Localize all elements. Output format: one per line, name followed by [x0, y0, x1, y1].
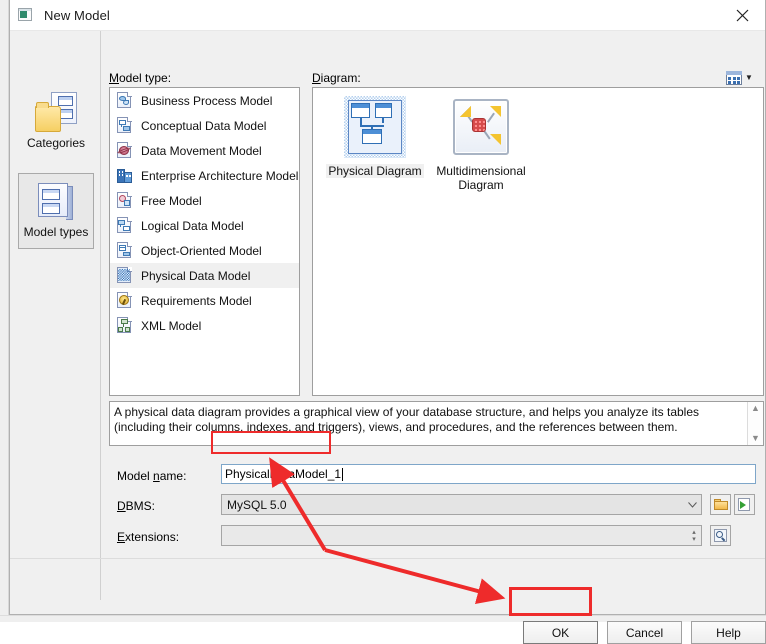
description-text: A physical data diagram provides a graph… [114, 405, 699, 434]
sidebar-item-label: Categories [26, 136, 86, 150]
close-icon[interactable] [720, 0, 765, 30]
model-type-item-data-movement-model[interactable]: Data Movement Model [110, 138, 299, 163]
footer-divider [10, 558, 765, 559]
dialog-sidebar: Categories Model types [10, 31, 101, 600]
dbms-folder-button[interactable] [710, 494, 731, 515]
multidimensional-diagram-icon [450, 96, 512, 158]
model-name-label: Model name: [117, 469, 187, 483]
new-model-icon [18, 7, 35, 23]
dialog-titlebar: New Model [10, 0, 765, 31]
model-name-value: PhysicalDataModel_1 [225, 467, 342, 481]
sidebar-item-model-types[interactable]: Model types [18, 173, 94, 249]
physical-data-model-icon [116, 267, 133, 284]
model-type-item-label: Physical Data Model [141, 268, 251, 283]
model-type-item-physical-data-model[interactable]: Physical Data Model [110, 263, 299, 288]
model-type-list[interactable]: Business Process Model Conceptual Data M… [109, 87, 300, 396]
enterprise-architecture-model-icon [116, 167, 133, 184]
dialog-title: New Model [44, 7, 110, 23]
dbms-new-button[interactable] [734, 494, 755, 515]
conceptual-data-model-icon [116, 117, 133, 134]
dbms-select[interactable]: MySQL 5.0 [221, 494, 702, 515]
model-type-item-object-oriented-model[interactable]: Object-Oriented Model [110, 238, 299, 263]
model-type-item-label: Enterprise Architecture Model [141, 168, 299, 183]
data-movement-model-icon [116, 142, 133, 159]
model-name-input[interactable]: PhysicalDataModel_1 [221, 464, 756, 484]
green-arrow-icon [737, 498, 752, 511]
business-process-model-icon [116, 92, 133, 109]
text-caret [342, 467, 344, 481]
model-type-item-label: Free Model [141, 193, 202, 208]
description-box: A physical data diagram provides a graph… [109, 401, 764, 446]
diagram-item-multidimensional-diagram[interactable]: Multidimensional Diagram [428, 96, 534, 192]
description-scrollbar[interactable]: ▲ ▼ [747, 402, 763, 445]
diagram-label: Diagram: [312, 71, 361, 85]
diagram-item-physical-diagram[interactable]: Physical Diagram [322, 96, 428, 178]
model-type-item-xml-model[interactable]: XML Model [110, 313, 299, 338]
help-button[interactable]: Help [691, 621, 766, 644]
view-mode-dropdown[interactable]: ▼ [726, 69, 764, 87]
dialog-body: Categories Model types Model type: Diagr… [10, 31, 766, 644]
dbms-value: MySQL 5.0 [227, 497, 287, 512]
model-type-item-enterprise-architecture-model[interactable]: Enterprise Architecture Model [110, 163, 299, 188]
model-type-item-label: XML Model [141, 318, 202, 333]
model-type-label: Model type: [109, 71, 172, 85]
model-type-item-requirements-model[interactable]: Requirements Model [110, 288, 299, 313]
model-types-icon [36, 183, 76, 221]
sidebar-item-label: Model types [23, 225, 89, 239]
model-type-item-label: Requirements Model [141, 293, 252, 308]
model-type-item-business-process-model[interactable]: Business Process Model [110, 88, 299, 113]
model-type-item-conceptual-data-model[interactable]: Conceptual Data Model [110, 113, 299, 138]
extensions-label: Extensions: [117, 530, 180, 544]
chevron-down-icon [683, 500, 701, 510]
diagram-panel[interactable]: Physical Diagram Multidimensional Diagra… [312, 87, 764, 396]
extensions-browse-button[interactable] [710, 525, 731, 546]
model-type-item-label: Data Movement Model [141, 143, 262, 158]
model-type-item-label: Logical Data Model [141, 218, 244, 233]
extensions-field[interactable]: ▴ ▾ [221, 525, 702, 546]
scroll-up-icon[interactable]: ▲ [751, 404, 760, 413]
scroll-down-icon[interactable]: ▼ [751, 434, 760, 443]
xml-model-icon [116, 317, 133, 334]
free-model-icon [116, 192, 133, 209]
diagram-item-label: Multidimensional Diagram [436, 164, 526, 192]
logical-data-model-icon [116, 217, 133, 234]
magnifier-icon [713, 529, 728, 542]
categories-icon [35, 92, 77, 132]
requirements-model-icon [116, 292, 133, 309]
ok-button[interactable]: OK [523, 621, 598, 644]
cancel-button[interactable]: Cancel [607, 621, 682, 644]
physical-diagram-icon [344, 96, 406, 158]
dbms-label: DBMS: [117, 499, 156, 513]
model-type-item-logical-data-model[interactable]: Logical Data Model [110, 213, 299, 238]
extensions-spinner[interactable]: ▴ ▾ [687, 526, 701, 545]
diagram-item-label: Physical Diagram [326, 164, 424, 178]
background-window-left-edge [0, 0, 9, 622]
grid-view-icon [726, 71, 742, 85]
sidebar-item-categories[interactable]: Categories [18, 83, 94, 159]
object-oriented-model-icon [116, 242, 133, 259]
folder-icon [713, 499, 728, 510]
new-model-dialog: New Model Categories Model types Model t… [9, 0, 766, 644]
spinner-up-icon[interactable]: ▴ [692, 529, 696, 536]
model-type-item-free-model[interactable]: Free Model [110, 188, 299, 213]
model-type-item-label: Object-Oriented Model [141, 243, 262, 258]
chevron-down-icon: ▼ [745, 73, 753, 82]
model-type-item-label: Conceptual Data Model [141, 118, 267, 133]
spinner-down-icon[interactable]: ▾ [692, 536, 696, 543]
model-type-item-label: Business Process Model [141, 93, 273, 108]
